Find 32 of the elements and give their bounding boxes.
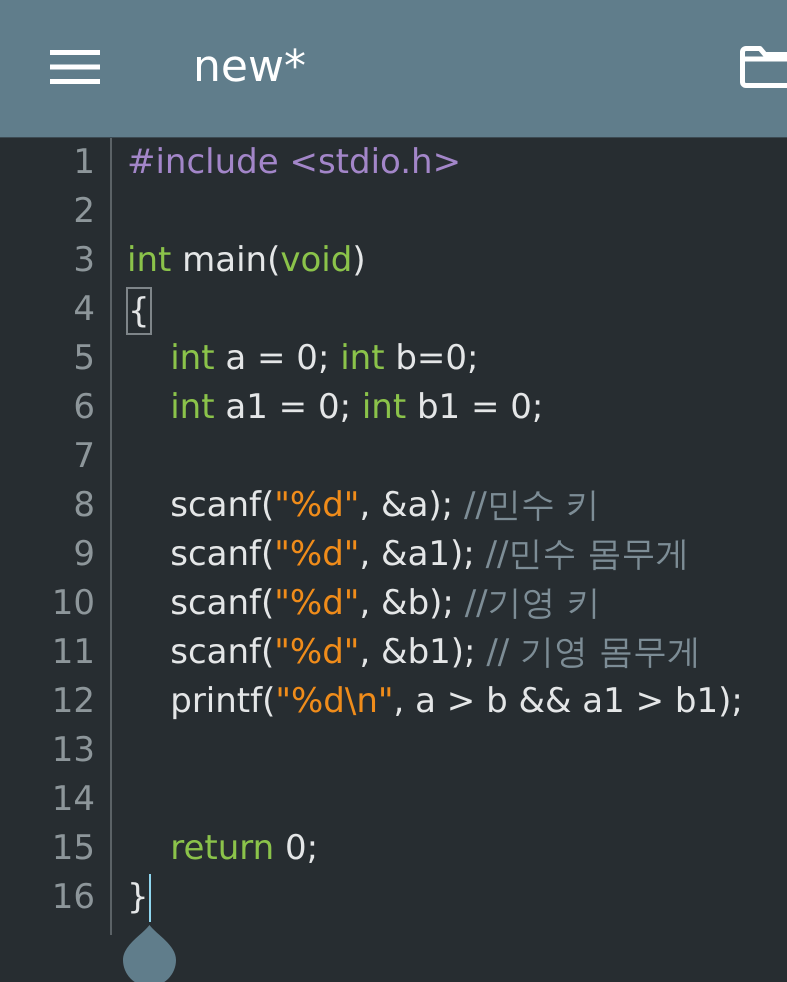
line-number: 9 bbox=[72, 533, 95, 576]
code-line: return 0; bbox=[169, 827, 318, 870]
line-number: 11 bbox=[50, 631, 95, 674]
selection-handle[interactable] bbox=[122, 924, 176, 982]
line-number: 16 bbox=[50, 876, 95, 919]
line-number: 12 bbox=[50, 680, 95, 723]
code-line: printf("%d\n", a > b && a1 > b1); bbox=[169, 680, 743, 723]
code-line: { bbox=[127, 285, 151, 334]
code-line: scanf("%d", &b); //기영 키 bbox=[169, 582, 600, 625]
line-number: 1 bbox=[72, 141, 95, 184]
line-number: 14 bbox=[50, 778, 95, 821]
line-number: 7 bbox=[72, 435, 95, 478]
line-number: 10 bbox=[50, 582, 95, 625]
menu-icon[interactable] bbox=[50, 50, 100, 84]
line-number: 5 bbox=[72, 337, 95, 380]
line-number: 4 bbox=[72, 288, 95, 331]
line-number: 6 bbox=[72, 386, 95, 429]
code-line: scanf("%d", &a1); //민수 몸무게 bbox=[169, 533, 690, 576]
line-number: 15 bbox=[50, 827, 95, 870]
code-line: int a1 = 0; int b1 = 0; bbox=[169, 386, 544, 429]
code-line: } bbox=[127, 876, 149, 919]
folder-icon[interactable] bbox=[740, 46, 787, 88]
code-line: scanf("%d", &a); //민수 키 bbox=[169, 484, 600, 527]
line-number: 2 bbox=[72, 190, 95, 233]
line-number: 13 bbox=[50, 729, 95, 772]
code-line: int a = 0; int b=0; bbox=[169, 337, 478, 380]
code-line: int main(void) bbox=[127, 239, 366, 282]
line-number: 8 bbox=[72, 484, 95, 527]
code-line: scanf("%d", &b1); // 기영 몸무게 bbox=[169, 631, 701, 674]
code-line: #include <stdio.h> bbox=[127, 141, 462, 184]
file-title: new* bbox=[193, 40, 306, 92]
line-number: 3 bbox=[72, 239, 95, 282]
